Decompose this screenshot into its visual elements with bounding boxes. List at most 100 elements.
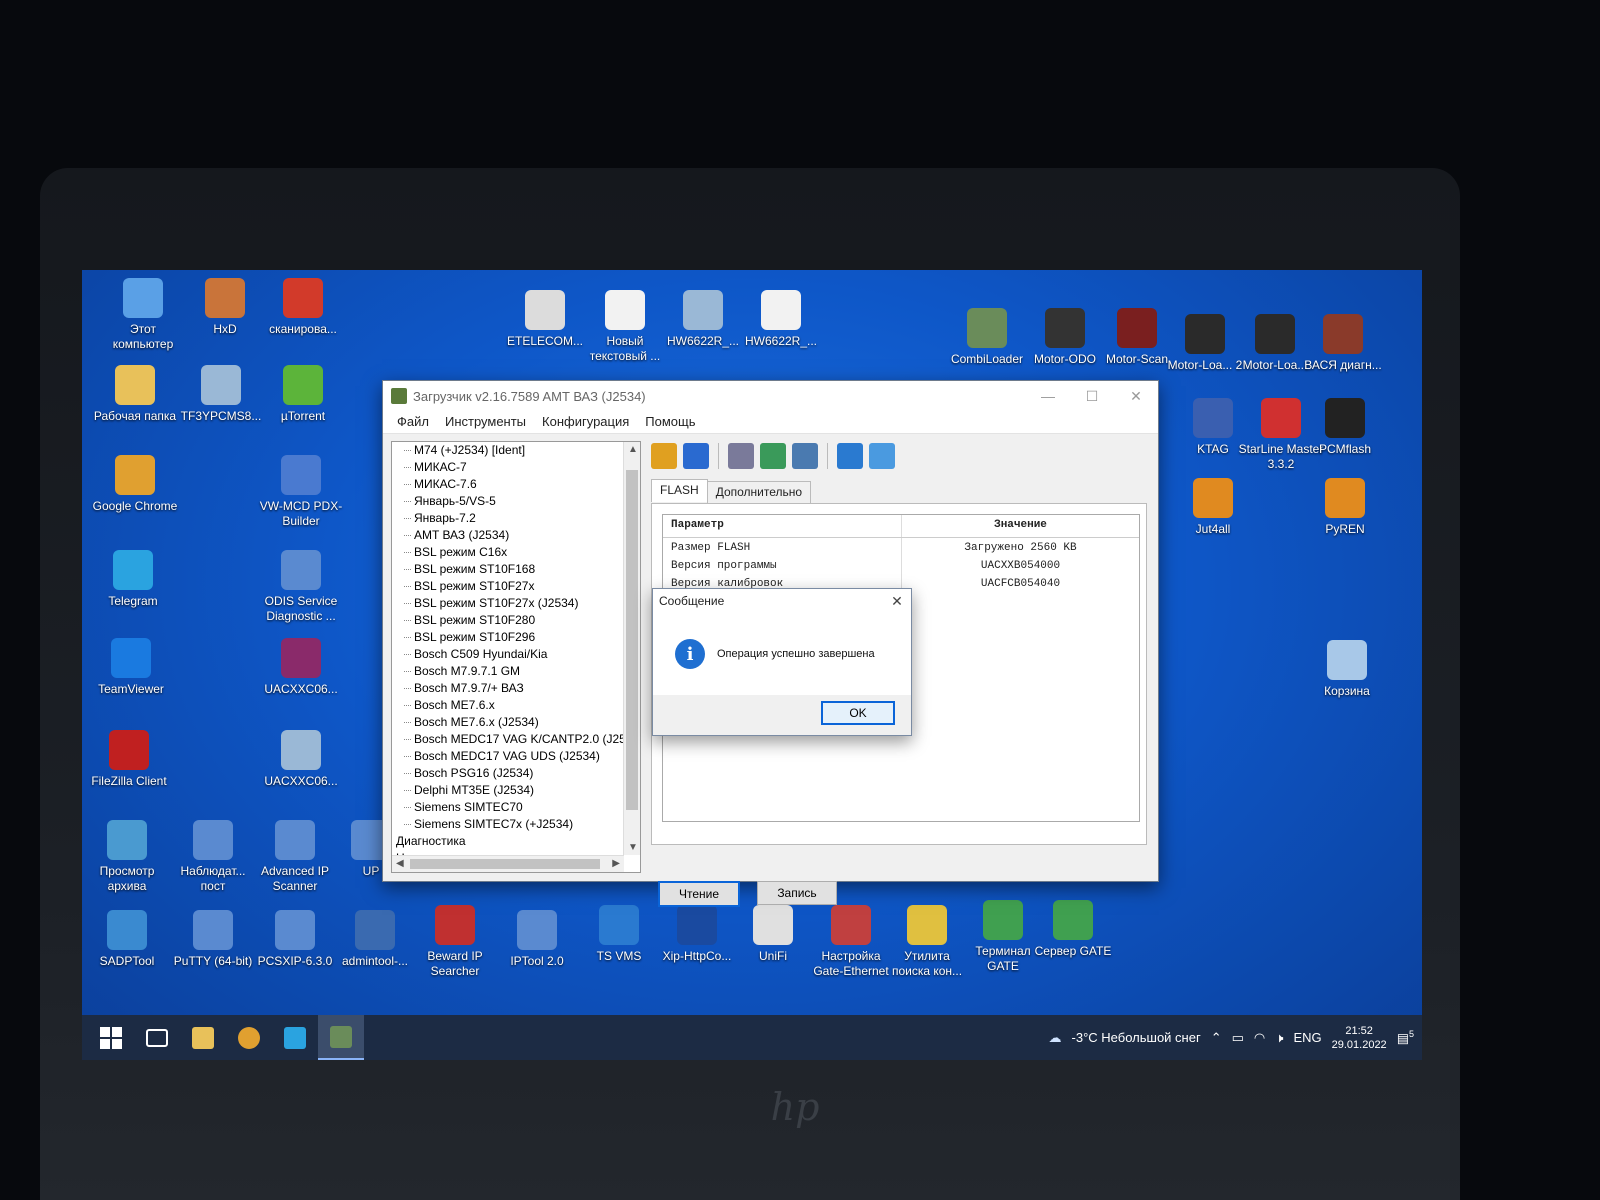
desktop-icon[interactable]: UACXXC06...	[258, 638, 344, 697]
desktop-icon[interactable]: Beward IP Searcher	[412, 905, 498, 979]
refresh-icon[interactable]	[760, 443, 786, 469]
desktop-icon[interactable]: PCSXIP-6.3.0	[252, 910, 338, 969]
desktop-icon[interactable]: µTorrent	[260, 365, 346, 424]
desktop-icon[interactable]: Корзина	[1304, 640, 1390, 699]
desktop-icon[interactable]: ODIS Service Diagnostic ...	[258, 550, 344, 624]
desktop-icon[interactable]: Новый текстовый ...	[582, 290, 668, 364]
weather-icon[interactable]: ☁	[1049, 1030, 1062, 1046]
telegram-icon[interactable]	[272, 1015, 318, 1060]
tree-item[interactable]: Bosch ME7.6.x (J2534)	[392, 714, 640, 731]
task-view-icon[interactable]	[134, 1015, 180, 1060]
desktop-icon[interactable]: Xip-HttpCo...	[654, 905, 740, 964]
desktop-icon[interactable]: TF3YPCMS8...	[178, 365, 264, 424]
tree-item[interactable]: Bosch C509 Hyundai/Kia	[392, 646, 640, 663]
language-indicator[interactable]: ENG	[1293, 1030, 1321, 1045]
tree-item[interactable]: Январь-7.2	[392, 510, 640, 527]
tab-flash[interactable]: FLASH	[651, 479, 708, 502]
tree-item[interactable]: Bosch M7.9.7/+ ВАЗ	[392, 680, 640, 697]
desktop-icon[interactable]: Advanced IP Scanner	[252, 820, 338, 894]
tree-item[interactable]: BSL режим ST10F27x	[392, 578, 640, 595]
desktop-icon[interactable]: Наблюдат... пост	[170, 820, 256, 894]
tree-item[interactable]: BSL режим ST10F280	[392, 612, 640, 629]
desktop-icon[interactable]: IPTool 2.0	[494, 910, 580, 969]
desktop-icon[interactable]: PuTTY (64-bit)	[170, 910, 256, 969]
notifications-icon[interactable]: ▤5	[1397, 1029, 1414, 1046]
save-icon[interactable]	[683, 443, 709, 469]
ecu-tree[interactable]: M74 (+J2534) [Ident] МИКАС-7 МИКАС-7.6 Янва…	[391, 441, 641, 873]
open-folder-icon[interactable]	[651, 443, 677, 469]
battery-icon[interactable]: ▭	[1232, 1030, 1244, 1046]
info-icon[interactable]	[869, 443, 895, 469]
scroll-left-icon[interactable]: ◀	[396, 858, 404, 869]
volume-icon[interactable]: 🕨	[1275, 1030, 1283, 1046]
desktop-icon[interactable]: ВАСЯ диагн...	[1300, 314, 1386, 373]
loader-app-icon[interactable]	[318, 1015, 364, 1060]
tree-item[interactable]: МИКАС-7	[392, 459, 640, 476]
minimize-button[interactable]: —	[1026, 381, 1070, 411]
tree-horizontal-scrollbar[interactable]: ◀ ▶	[392, 855, 624, 872]
desktop-icon[interactable]: HW6622R_...	[660, 290, 746, 349]
desktop-icon[interactable]: сканирова...	[260, 278, 346, 337]
tree-item[interactable]: Январь-5/VS-5	[392, 493, 640, 510]
desktop-icon[interactable]: Утилита поиска кон...	[884, 905, 970, 979]
desktop-icon[interactable]: Jut4all	[1170, 478, 1256, 537]
chrome-icon[interactable]	[226, 1015, 272, 1060]
weather-text[interactable]: -3°C Небольшой снег	[1072, 1030, 1201, 1045]
desktop-icon[interactable]: SADPTool	[84, 910, 170, 969]
desktop-icon[interactable]: FileZilla Client	[86, 730, 172, 789]
scroll-down-icon[interactable]: ▼	[628, 842, 638, 853]
scroll-thumb[interactable]	[626, 470, 638, 810]
scroll-right-icon[interactable]: ▶	[612, 858, 620, 869]
menu-tools[interactable]: Инструменты	[437, 411, 534, 433]
desktop-icon[interactable]: PCMflash	[1302, 398, 1388, 457]
menu-help[interactable]: Помощь	[637, 411, 703, 433]
desktop-icon[interactable]: Просмотр архива	[84, 820, 170, 894]
desktop-icon[interactable]: Сервер GATE	[1030, 900, 1116, 959]
write-button[interactable]: Запись	[757, 881, 837, 905]
desktop-icon[interactable]: Telegram	[90, 550, 176, 609]
clock[interactable]: 21:52 29.01.2022	[1332, 1024, 1387, 1052]
desktop-icon[interactable]: UACXXC06...	[258, 730, 344, 789]
tray-chevron-icon[interactable]: ⌃	[1211, 1030, 1222, 1046]
tree-item[interactable]: Siemens SIMTEC70	[392, 799, 640, 816]
hscroll-thumb[interactable]	[410, 859, 600, 869]
desktop-icon[interactable]: HW6622R_...	[738, 290, 824, 349]
close-button[interactable]: ✕	[1114, 381, 1158, 411]
window-titlebar[interactable]: Загрузчик v2.16.7589 AMT ВАЗ (J2534) — ☐…	[383, 381, 1158, 411]
desktop-icon[interactable]: Рабочая папка	[92, 365, 178, 424]
tree-item[interactable]: BSL режим ST10F296	[392, 629, 640, 646]
tree-item[interactable]: Диагностика	[392, 833, 640, 850]
desktop-icon[interactable]: PyREN	[1302, 478, 1388, 537]
tree-item[interactable]: BSL режим C16x	[392, 544, 640, 561]
tree-item[interactable]: BSL режим ST10F27x (J2534)	[392, 595, 640, 612]
desktop-icon[interactable]: Настройка Gate-Ethernet	[808, 905, 894, 979]
menu-file[interactable]: Файл	[389, 411, 437, 433]
tree-item[interactable]: BSL режим ST10F168	[392, 561, 640, 578]
read-button[interactable]: Чтение	[658, 881, 740, 907]
maximize-button[interactable]: ☐	[1070, 381, 1114, 411]
ok-button[interactable]: OK	[821, 701, 895, 725]
tree-item[interactable]: Bosch MEDC17 VAG K/CANTP2.0 (J2534)	[392, 731, 640, 748]
desktop-icon[interactable]: UniFi	[730, 905, 816, 964]
desktop-icon[interactable]: ETELECOM...	[502, 290, 588, 349]
menu-config[interactable]: Конфигурация	[534, 411, 637, 433]
tree-item[interactable]: Bosch ME7.6.x	[392, 697, 640, 714]
scroll-up-icon[interactable]: ▲	[628, 444, 638, 455]
tree-item[interactable]: Delphi MT35E (J2534)	[392, 782, 640, 799]
tree-item[interactable]: Bosch M7.9.7.1 GM	[392, 663, 640, 680]
tree-vertical-scrollbar[interactable]: ▲ ▼	[623, 442, 640, 855]
file-explorer-icon[interactable]	[180, 1015, 226, 1060]
tab-additional[interactable]: Дополнительно	[706, 481, 812, 504]
desktop-icon[interactable]: HxD	[182, 278, 268, 337]
desktop-icon[interactable]: Этот компьютер	[100, 278, 186, 352]
wifi-icon[interactable]: ◠	[1254, 1030, 1265, 1046]
tree-item[interactable]: AMT ВАЗ (J2534)	[392, 527, 640, 544]
desktop-icon[interactable]: CombiLoader	[944, 308, 1030, 367]
help-icon[interactable]	[837, 443, 863, 469]
tree-item[interactable]: Siemens SIMTEC7x (+J2534)	[392, 816, 640, 833]
desktop-icon[interactable]: admintool-...	[332, 910, 418, 969]
dialog-titlebar[interactable]: Сообщение ✕	[653, 589, 911, 613]
tree-item[interactable]: Bosch MEDC17 VAG UDS (J2534)	[392, 748, 640, 765]
tree-item[interactable]: МИКАС-7.6	[392, 476, 640, 493]
desktop-icon[interactable]: VW-MCD PDX-Builder	[258, 455, 344, 529]
